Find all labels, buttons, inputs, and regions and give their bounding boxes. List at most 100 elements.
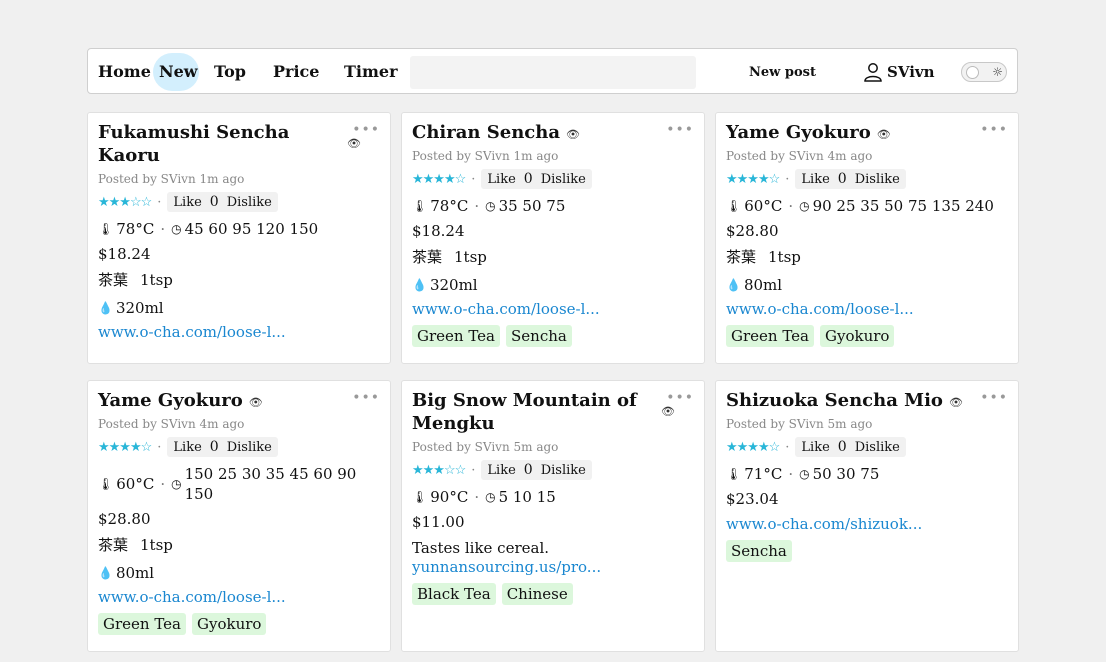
star-rating[interactable]: ★★★☆☆ (412, 463, 466, 478)
thermometer-icon: 🌡 (726, 199, 742, 213)
like-button[interactable]: Like (801, 440, 829, 455)
tag[interactable]: Chinese (501, 583, 573, 605)
like-button[interactable]: Like (487, 463, 515, 478)
water-drop-icon: 💧 (98, 301, 113, 315)
posted-by: Posted by SVivn 5m ago (412, 440, 559, 454)
more-options-icon[interactable]: ••• (352, 123, 380, 137)
star-rating[interactable]: ★★★☆☆ (98, 195, 152, 210)
dislike-button[interactable]: Dislike (541, 463, 586, 478)
user-menu[interactable]: SVivn (863, 61, 935, 83)
new-post-button[interactable]: New post (749, 65, 816, 80)
like-dislike: Like 0 Dislike (795, 437, 906, 457)
leaf-label: 茶葉 (412, 248, 443, 266)
tag[interactable]: Green Tea (412, 325, 500, 347)
more-options-icon[interactable]: ••• (980, 123, 1008, 137)
water-amount: 320ml (429, 276, 478, 294)
tag[interactable]: Gyokuro (192, 613, 267, 635)
posted-by: Posted by SVivn 4m ago (98, 417, 245, 431)
like-dislike: Like 0 Dislike (795, 169, 906, 189)
tea-card: ••• Yame Gyokuro 👁 Posted by SVivn 4m ago… (715, 112, 1019, 364)
source-link[interactable]: www.o-cha.com/loose-l... (726, 300, 914, 318)
tag[interactable]: Gyokuro (820, 325, 895, 347)
star-rating[interactable]: ★★★★☆ (412, 172, 466, 187)
nav-timer[interactable]: Timer (344, 62, 398, 82)
like-button[interactable]: Like (173, 195, 201, 210)
card-title[interactable]: Chiran Sencha 👁 (412, 121, 580, 146)
more-options-icon[interactable]: ••• (980, 391, 1008, 405)
source-link[interactable]: www.o-cha.com/loose-l... (98, 323, 286, 341)
tea-card: ••• Yame Gyokuro 👁 Posted by SVivn 4m ago… (87, 380, 391, 652)
tea-card: ••• Chiran Sencha 👁 Posted by SVivn 1m ag… (401, 112, 705, 364)
thermometer-icon: 🌡 (412, 490, 428, 504)
dislike-button[interactable]: Dislike (227, 440, 272, 455)
tag[interactable]: Black Tea (412, 583, 496, 605)
water-row: 💧 80ml (98, 563, 154, 583)
card-title[interactable]: Big Snow Mountain of Mengku (412, 389, 637, 435)
water-amount: 80ml (115, 564, 155, 582)
temperature: 71°C (744, 465, 783, 483)
dislike-button[interactable]: Dislike (855, 172, 900, 187)
tea-card: ••• Big Snow Mountain of Mengku 👁 Posted … (401, 380, 705, 652)
nav-price[interactable]: Price (273, 62, 319, 82)
source-link[interactable]: www.o-cha.com/loose-l... (412, 300, 600, 318)
leaf-amount-row: 茶葉 1tsp (412, 247, 487, 267)
theme-toggle[interactable]: ☼ (961, 62, 1007, 82)
rating-row: ★★★☆☆ · Like 0 Dislike (98, 192, 278, 212)
tag[interactable]: Green Tea (98, 613, 186, 635)
star-rating[interactable]: ★★★★☆ (726, 440, 780, 455)
like-dislike: Like 0 Dislike (481, 169, 592, 189)
brew-info: 🌡 78°C · ◷ 45 60 95 120 150 (98, 220, 319, 238)
temperature: 78°C (116, 220, 155, 238)
thermometer-icon: 🌡 (98, 222, 114, 236)
tea-card: ••• Fukamushi Sencha Kaoru 👁 Posted by SV… (87, 112, 391, 364)
thermometer-icon: 🌡 (98, 477, 114, 491)
water-drop-icon: 💧 (726, 278, 741, 292)
tag[interactable]: Sencha (506, 325, 572, 347)
source-link[interactable]: www.o-cha.com/loose-l... (98, 588, 286, 606)
clock-icon: ◷ (485, 490, 496, 504)
like-button[interactable]: Like (173, 440, 201, 455)
tag[interactable]: Green Tea (726, 325, 814, 347)
more-options-icon[interactable]: ••• (352, 391, 380, 405)
thermometer-icon: 🌡 (412, 199, 428, 213)
eye-icon: 👁 (347, 137, 361, 150)
steep-times: 45 60 95 120 150 (184, 220, 319, 238)
tag[interactable]: Sencha (726, 540, 792, 562)
nav-new[interactable]: New (159, 62, 198, 82)
brew-info: 🌡 78°C · ◷ 35 50 75 (412, 197, 566, 215)
rating-row: ★★★★☆ · Like 0 Dislike (726, 169, 906, 189)
search-input[interactable] (410, 56, 696, 89)
vote-count: 0 (523, 462, 533, 478)
star-rating[interactable]: ★★★★☆ (726, 172, 780, 187)
rating-row: ★★★★☆ · Like 0 Dislike (98, 437, 278, 457)
price: $28.80 (98, 510, 151, 528)
source-link[interactable]: yunnansourcing.us/pro... (412, 558, 601, 576)
card-title[interactable]: Yame Gyokuro 👁 (726, 121, 891, 146)
dislike-button[interactable]: Dislike (855, 440, 900, 455)
card-title[interactable]: Fukamushi Sencha Kaoru (98, 121, 289, 167)
card-title[interactable]: Yame Gyokuro 👁 (98, 389, 263, 414)
eye-icon: 👁 (661, 405, 675, 418)
source-link[interactable]: www.o-cha.com/shizuok... (726, 515, 922, 533)
price: $11.00 (412, 513, 465, 531)
vote-count: 0 (209, 439, 219, 455)
dislike-button[interactable]: Dislike (541, 172, 586, 187)
eye-icon: 👁 (248, 396, 263, 409)
star-rating[interactable]: ★★★★☆ (98, 440, 152, 455)
like-button[interactable]: Like (801, 172, 829, 187)
note: Tastes like cereal. (412, 539, 550, 557)
like-button[interactable]: Like (487, 172, 515, 187)
leaf-amount-row: 茶葉 1tsp (98, 270, 173, 290)
water-row: 💧 80ml (726, 275, 782, 295)
water-drop-icon: 💧 (412, 278, 427, 292)
card-title[interactable]: Shizuoka Sencha Mio 👁 (726, 389, 963, 414)
temperature: 60°C (744, 197, 783, 215)
nav-home[interactable]: Home (98, 62, 151, 82)
more-options-icon[interactable]: ••• (666, 391, 694, 405)
clock-icon: ◷ (799, 199, 810, 213)
dislike-button[interactable]: Dislike (227, 195, 272, 210)
nav-top[interactable]: Top (214, 62, 246, 82)
more-options-icon[interactable]: ••• (666, 123, 694, 137)
tag-list: Green Tea Sencha (412, 325, 572, 347)
clock-icon: ◷ (799, 467, 810, 481)
